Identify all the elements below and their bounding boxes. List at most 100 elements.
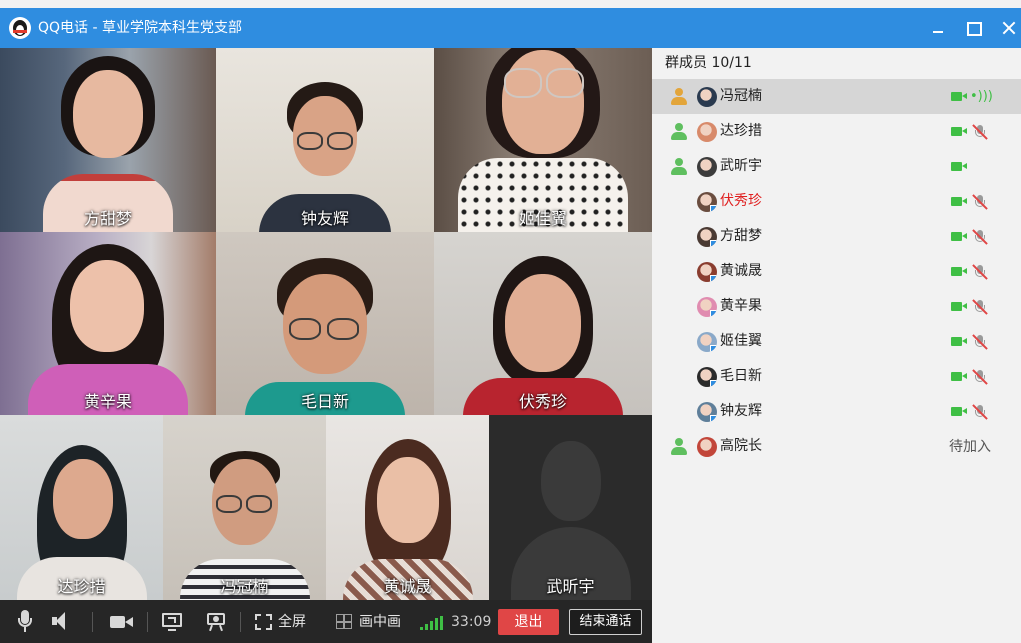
- camera-on-icon: [951, 302, 967, 311]
- toolbar-divider: [92, 612, 93, 632]
- device-badge-icon: [710, 205, 717, 212]
- video-tile-name: 钟友辉: [300, 209, 349, 228]
- video-tile[interactable]: 冯冠楠: [163, 415, 326, 600]
- member-status: 待加入: [949, 439, 991, 455]
- video-tile-name: 武昕宇: [546, 577, 595, 596]
- end-call-button[interactable]: 结束通话: [569, 609, 642, 635]
- video-tile-name: 毛日新: [300, 392, 349, 411]
- projector-icon[interactable]: [206, 610, 228, 634]
- fullscreen-button[interactable]: 全屏: [278, 613, 306, 631]
- camera-on-icon: [951, 267, 967, 276]
- host-user-icon: [670, 88, 688, 106]
- avatar: [697, 192, 717, 212]
- member-name: 姬佳翼: [720, 333, 762, 349]
- device-badge-icon: [710, 240, 717, 247]
- toolbar-divider: [240, 612, 241, 632]
- video-tile-name: 伏秀珍: [518, 392, 567, 411]
- video-tile[interactable]: 钟友辉: [216, 48, 434, 232]
- fullscreen-icon[interactable]: [255, 610, 273, 634]
- camera-on-icon: [951, 337, 967, 346]
- close-icon[interactable]: [997, 16, 1021, 40]
- member-user-icon: [670, 438, 688, 456]
- video-tile[interactable]: 姬佳翼: [434, 48, 652, 232]
- member-name: 方甜梦: [720, 228, 762, 244]
- video-tile[interactable]: 武昕宇: [489, 415, 652, 600]
- member-name: 伏秀珍: [720, 193, 762, 209]
- member-panel: 群成员 10/11 冯冠楠 •))) 达珍措 武昕宇 伏秀珍 方甜梦 黄诚晟 黄辛果 姬佳翼 毛日…: [652, 48, 1021, 643]
- member-row[interactable]: 方甜梦: [652, 219, 1021, 254]
- picture-in-picture-icon[interactable]: [336, 610, 354, 634]
- video-tile[interactable]: 黄辛果: [0, 232, 216, 415]
- member-name: 黄诚晟: [720, 263, 762, 279]
- video-tile[interactable]: 方甜梦: [0, 48, 216, 232]
- mic-muted-icon: [972, 369, 988, 385]
- speaker-icon[interactable]: [52, 610, 70, 634]
- member-row[interactable]: 黄辛果: [652, 289, 1021, 324]
- member-name: 达珍措: [720, 123, 762, 139]
- video-tile[interactable]: 黄诚晟: [326, 415, 489, 600]
- device-badge-icon: [710, 275, 717, 282]
- camera-on-icon: [951, 232, 967, 241]
- exit-button[interactable]: 退出: [498, 609, 559, 635]
- mic-muted-icon: [972, 404, 988, 420]
- mic-muted-icon: [972, 264, 988, 280]
- avatar: [697, 332, 717, 352]
- avatar: [697, 227, 717, 247]
- video-tile-name: 冯冠楠: [220, 577, 269, 596]
- avatar: [697, 157, 717, 177]
- camera-on-icon: [951, 162, 967, 171]
- member-row[interactable]: 达珍措: [652, 114, 1021, 149]
- picture-in-picture-button[interactable]: 画中画: [359, 613, 401, 631]
- video-tile[interactable]: 毛日新: [216, 232, 434, 415]
- mic-muted-icon: [972, 229, 988, 245]
- qq-call-window: QQ电话 - 草业学院本科生党支部 方甜梦 钟友辉 姬佳翼 黄辛果 毛日新 伏秀…: [0, 0, 1021, 643]
- qq-logo-icon: [9, 17, 31, 39]
- camera-icon[interactable]: [110, 610, 134, 634]
- window-title: QQ电话 - 草业学院本科生党支部: [38, 20, 242, 36]
- camera-on-icon: [951, 197, 967, 206]
- member-row[interactable]: 黄诚晟: [652, 254, 1021, 289]
- avatar: [697, 437, 717, 457]
- member-row[interactable]: 毛日新: [652, 359, 1021, 394]
- member-user-icon: [670, 158, 688, 176]
- speaking-indicator-icon: •))): [970, 89, 993, 104]
- video-tile-name: 姬佳翼: [518, 209, 567, 228]
- member-user-icon: [670, 123, 688, 141]
- avatar: [697, 122, 717, 142]
- camera-on-icon: [951, 407, 967, 416]
- video-tile-name: 达珍措: [57, 577, 106, 596]
- microphone-icon[interactable]: [16, 610, 36, 634]
- avatar: [697, 87, 717, 107]
- member-name: 毛日新: [720, 368, 762, 384]
- device-badge-icon: [710, 380, 717, 387]
- avatar: [697, 402, 717, 422]
- member-row[interactable]: 武昕宇: [652, 149, 1021, 184]
- video-tile-name: 黄诚晟: [383, 577, 432, 596]
- camera-on-icon: [951, 372, 967, 381]
- member-name: 武昕宇: [720, 158, 762, 174]
- title-bar: QQ电话 - 草业学院本科生党支部: [0, 8, 1021, 48]
- call-toolbar: 全屏 画中画 33:09 退出 结束通话: [0, 600, 652, 643]
- video-tile-name: 方甜梦: [83, 209, 132, 228]
- avatar: [697, 367, 717, 387]
- mic-muted-icon: [972, 334, 988, 350]
- mic-muted-icon: [972, 194, 988, 210]
- member-row[interactable]: 冯冠楠 •))): [652, 79, 1021, 114]
- avatar: [697, 262, 717, 282]
- signal-strength-icon: [420, 616, 444, 630]
- toolbar-divider: [147, 612, 148, 632]
- screen-share-icon[interactable]: [162, 610, 184, 634]
- member-row[interactable]: 伏秀珍: [652, 184, 1021, 219]
- member-row[interactable]: 姬佳翼: [652, 324, 1021, 359]
- device-badge-icon: [710, 415, 717, 422]
- avatar: [697, 297, 717, 317]
- camera-on-icon: [951, 127, 967, 136]
- minimize-icon[interactable]: [926, 16, 950, 40]
- video-tile[interactable]: 伏秀珍: [434, 232, 652, 415]
- maximize-icon[interactable]: [961, 16, 985, 40]
- video-tile[interactable]: 达珍措: [0, 415, 163, 600]
- member-row[interactable]: 钟友辉: [652, 394, 1021, 429]
- call-timer: 33:09: [451, 614, 492, 630]
- member-row[interactable]: 高院长 待加入: [652, 429, 1021, 464]
- mic-muted-icon: [972, 299, 988, 315]
